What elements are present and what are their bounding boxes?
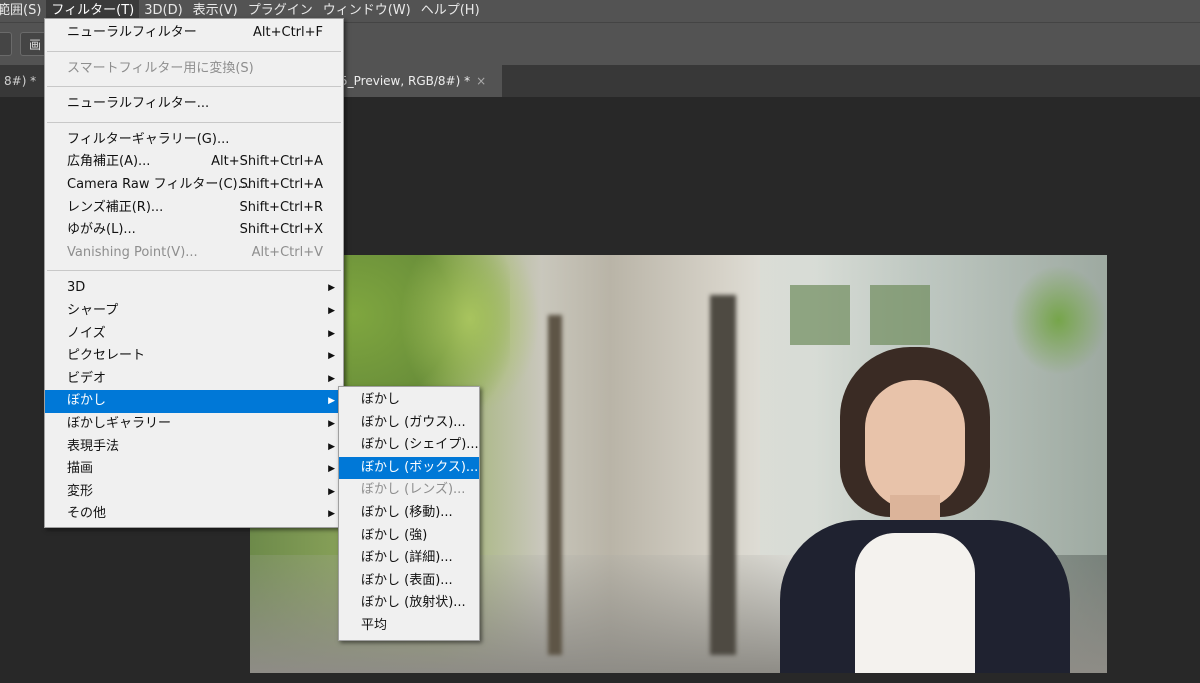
shortcut-label: Alt+Ctrl+V: [251, 244, 323, 260]
menu-separator: [47, 50, 341, 52]
menu-item-label: ぼかし: [67, 393, 107, 409]
woman-blouse: [855, 533, 975, 673]
menu-item-blur-gallery[interactable]: ぼかしギャラリー ▶: [45, 413, 343, 436]
menu-separator: [47, 270, 341, 272]
submenu-arrow-icon: ▶: [328, 441, 335, 452]
submenu-item-radial-blur[interactable]: ぼかし (放射状)...: [339, 592, 479, 615]
shortcut-label: Shift+Ctrl+R: [239, 199, 324, 215]
menu-item-label: ピクセレート: [67, 348, 146, 364]
submenu-item-shape-blur[interactable]: ぼかし (シェイプ)...: [339, 434, 479, 457]
tree-foliage: [1010, 265, 1107, 375]
tab-label: 5_Preview, RGB/8#) *: [340, 74, 471, 88]
menu-item-adaptive-wide-angle[interactable]: 広角補正(A)... Alt+Shift+Ctrl+A: [45, 151, 343, 174]
shortcut-label: Shift+Ctrl+A: [239, 176, 323, 192]
menu-item-label: ゆがみ(L)...: [67, 222, 136, 238]
submenu-arrow-icon: ▶: [328, 351, 335, 362]
menu-item-label: 3D: [67, 280, 86, 296]
tree-trunk: [710, 295, 736, 655]
shortcut-label: Shift+Ctrl+X: [239, 222, 323, 238]
submenu-item-lens-blur: ぼかし (レンズ)...: [361, 482, 466, 498]
tab-label: 8#) *: [4, 74, 37, 88]
menu-item-render[interactable]: 描画 ▶: [45, 458, 343, 481]
menu-item-label: 広角補正(A)...: [67, 154, 151, 170]
menu-item-other[interactable]: その他 ▶: [45, 503, 343, 526]
menu-item-label: その他: [67, 506, 107, 522]
submenu-item-smart-blur[interactable]: ぼかし (詳細)...: [339, 547, 479, 570]
menu-item-convert-smart-filters: スマートフィルター用に変換(S): [45, 58, 343, 81]
submenu-item-blur-more[interactable]: ぼかし (強): [339, 525, 479, 548]
document-tab-active[interactable]: 5_Preview, RGB/8#) * ×: [332, 65, 502, 97]
filter-menu: ニューラルフィルター Alt+Ctrl+F スマートフィルター用に変換(S) ニュ…: [44, 18, 344, 528]
menu-item-vanishing-point: Vanishing Point(V)... Alt+Ctrl+V: [45, 242, 343, 265]
submenu-item-average[interactable]: 平均: [339, 615, 479, 638]
submenu-item-motion-blur[interactable]: ぼかし (移動)...: [339, 502, 479, 525]
submenu-arrow-icon: ▶: [328, 464, 335, 475]
submenu-item-surface-blur[interactable]: ぼかし (表面)...: [339, 570, 479, 593]
shortcut-label: Alt+Shift+Ctrl+A: [211, 154, 323, 170]
building-window: [790, 285, 850, 345]
menu-separator: [47, 86, 341, 88]
menu-item-label: 変形: [67, 483, 94, 499]
menu-item-3d[interactable]: 3D ▶: [45, 277, 343, 300]
submenu-arrow-icon: ▶: [328, 328, 335, 339]
menu-item-neural-filters-dialog[interactable]: ニューラルフィルター...: [45, 93, 343, 116]
menu-item-label: ニューラルフィルター: [67, 25, 197, 40]
close-icon[interactable]: ×: [476, 74, 486, 88]
menu-item-label: 表現手法: [67, 438, 120, 454]
submenu-arrow-icon: ▶: [328, 396, 335, 407]
menu-item-sharpen[interactable]: シャープ ▶: [45, 300, 343, 323]
menu-item-label: ニューラルフィルター...: [67, 96, 210, 112]
submenu-arrow-icon: ▶: [328, 305, 335, 316]
menu-item-filter-gallery[interactable]: フィルターギャラリー(G)...: [45, 129, 343, 152]
woman-face: [865, 380, 965, 510]
menu-item-label: シャープ: [67, 302, 119, 318]
menu-item-blur[interactable]: ぼかし ▶: [45, 390, 343, 413]
submenu-item-blur[interactable]: ぼかし: [339, 389, 479, 412]
menu-item-label: ぼかしギャラリー: [67, 415, 172, 431]
menu-item-stylize[interactable]: 表現手法 ▶: [45, 436, 343, 459]
submenu-arrow-icon: ▶: [328, 283, 335, 294]
menu-item-label: スマートフィルター用に変換(S): [67, 60, 254, 76]
menu-item-liquify[interactable]: ゆがみ(L)... Shift+Ctrl+X: [45, 219, 343, 242]
menu-separator: [47, 121, 341, 123]
submenu-arrow-icon: ▶: [328, 373, 335, 384]
shortcut-label: Alt+Ctrl+F: [253, 25, 323, 40]
submenu-arrow-icon: ▶: [328, 418, 335, 429]
menu-item-distort[interactable]: 変形 ▶: [45, 481, 343, 504]
menu-item-label: 描画: [67, 461, 94, 477]
menu-item-video[interactable]: ビデオ ▶: [45, 368, 343, 391]
options-button[interactable]: [0, 32, 12, 56]
menu-item-neural-filters[interactable]: ニューラルフィルター Alt+Ctrl+F: [45, 22, 343, 45]
menu-item-label: レンズ補正(R)...: [67, 199, 164, 215]
menu-item-label: Camera Raw フィルター(C)...: [67, 176, 250, 192]
menu-item-noise[interactable]: ノイズ ▶: [45, 323, 343, 346]
menu-item-pixelate[interactable]: ピクセレート ▶: [45, 345, 343, 368]
building-window: [870, 285, 930, 345]
tree-trunk: [548, 315, 562, 655]
menu-item-label: フィルターギャラリー(G)...: [67, 131, 230, 147]
submenu-item-box-blur[interactable]: ぼかし (ボックス)...: [339, 456, 479, 480]
menu-item-camera-raw[interactable]: Camera Raw フィルター(C)... Shift+Ctrl+A: [45, 174, 343, 197]
menu-select[interactable]: 範囲(S): [0, 0, 46, 22]
menu-item-lens-correction[interactable]: レンズ補正(R)... Shift+Ctrl+R: [45, 197, 343, 220]
menu-item-label: Vanishing Point(V)...: [67, 244, 198, 260]
submenu-arrow-icon: ▶: [328, 486, 335, 497]
submenu-item-gaussian-blur[interactable]: ぼかし (ガウス)...: [339, 412, 479, 435]
blur-submenu: ぼかし ぼかし (ガウス)... ぼかし (シェイプ)... ぼかし (ボックス…: [338, 386, 480, 641]
menu-help[interactable]: ヘルプ(H): [416, 0, 485, 22]
menu-item-label: ビデオ: [67, 370, 107, 386]
menu-item-label: ノイズ: [67, 325, 106, 341]
submenu-arrow-icon: ▶: [328, 509, 335, 520]
